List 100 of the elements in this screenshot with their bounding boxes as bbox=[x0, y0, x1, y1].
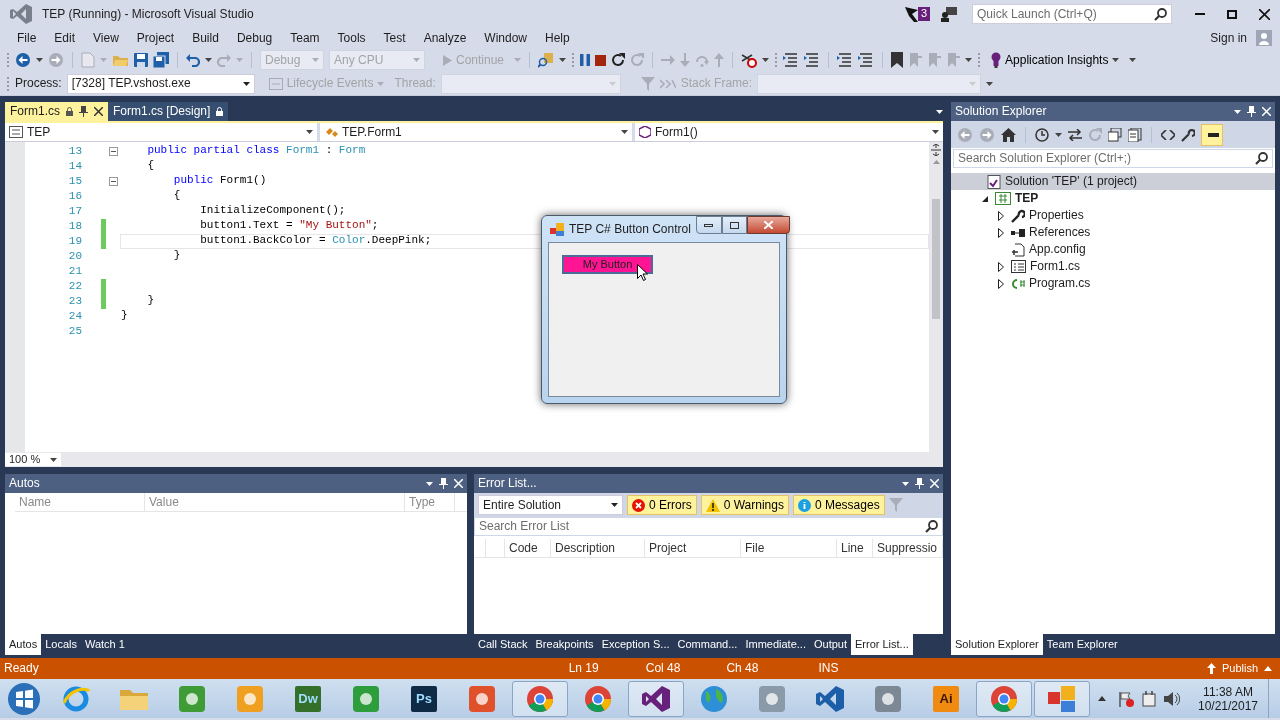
menu-item[interactable]: Tools bbox=[328, 28, 375, 48]
show-hidden-icons-icon[interactable] bbox=[1098, 696, 1106, 701]
dropdown-icon[interactable] bbox=[426, 481, 433, 486]
column-header[interactable]: Code bbox=[505, 539, 551, 557]
tree-item[interactable]: Solution 'TEP' (1 project) bbox=[951, 173, 1275, 190]
column-header[interactable]: Name bbox=[15, 493, 145, 511]
panel-tab[interactable]: Immediate... bbox=[741, 634, 810, 655]
feedback-icon[interactable] bbox=[940, 6, 958, 22]
menu-item[interactable]: Window bbox=[475, 28, 536, 48]
search-icon[interactable] bbox=[1255, 152, 1268, 165]
dropdown-icon[interactable] bbox=[1234, 109, 1241, 114]
tree-item[interactable]: Properties bbox=[951, 207, 1275, 224]
menu-item[interactable]: Help bbox=[536, 28, 579, 48]
menu-item[interactable]: Project bbox=[127, 28, 184, 48]
column-header[interactable]: Suppressio bbox=[873, 539, 943, 557]
menu-item[interactable]: Debug bbox=[227, 28, 282, 48]
scroll-thumb[interactable] bbox=[932, 199, 940, 319]
close-icon[interactable] bbox=[94, 107, 103, 116]
indent-icon[interactable] bbox=[837, 53, 854, 67]
menu-item[interactable]: Test bbox=[374, 28, 415, 48]
pending-changes-icon[interactable] bbox=[1035, 127, 1049, 142]
power-icon[interactable] bbox=[1142, 690, 1156, 707]
action-center-icon[interactable] bbox=[1118, 690, 1134, 707]
column-header[interactable]: Type bbox=[405, 493, 455, 511]
pause-icon[interactable] bbox=[580, 54, 591, 66]
search-field[interactable]: Search Error List bbox=[474, 517, 943, 536]
panel-tab[interactable]: Output bbox=[809, 634, 851, 655]
maximize-button[interactable] bbox=[721, 216, 747, 234]
column-header[interactable]: Project bbox=[645, 539, 741, 557]
save-icon[interactable] bbox=[134, 53, 148, 67]
caret-icon[interactable] bbox=[36, 58, 43, 62]
menu-item[interactable]: Team bbox=[281, 28, 329, 48]
code-icon[interactable] bbox=[1161, 129, 1175, 140]
pin-icon[interactable] bbox=[79, 106, 88, 117]
caret-icon[interactable] bbox=[611, 503, 618, 507]
lightbulb-icon[interactable] bbox=[991, 52, 1002, 68]
notification-flag-icon[interactable] bbox=[904, 6, 918, 22]
tree-item[interactable]: Program.cs bbox=[951, 275, 1275, 292]
info-filter-button[interactable]: 0 Messages bbox=[792, 495, 885, 515]
menu-item[interactable]: View bbox=[84, 28, 128, 48]
sign-in-link[interactable]: Sign in bbox=[1201, 28, 1256, 48]
notification-count[interactable]: 3 bbox=[917, 7, 930, 21]
publish-button[interactable]: Publish bbox=[1202, 658, 1276, 679]
tree-item[interactable]: TEP bbox=[951, 190, 1275, 207]
tree-item[interactable]: References bbox=[951, 224, 1275, 241]
expand-arrow-icon[interactable] bbox=[998, 278, 1004, 289]
vertical-scrollbar[interactable] bbox=[929, 142, 943, 452]
taskbar-app[interactable]: Ai bbox=[918, 680, 974, 717]
volume-icon[interactable] bbox=[1164, 691, 1180, 706]
pin-icon[interactable] bbox=[915, 478, 924, 489]
zoom-dropdown[interactable]: 100 % bbox=[5, 453, 62, 466]
quick-launch-field[interactable]: Quick Launch (Ctrl+Q) bbox=[972, 4, 1172, 24]
back-icon[interactable] bbox=[15, 52, 31, 68]
comment-icon[interactable] bbox=[783, 53, 800, 67]
expand-arrow-icon[interactable] bbox=[998, 210, 1004, 221]
lock-icon[interactable] bbox=[216, 107, 224, 116]
panel-tab[interactable]: Command... bbox=[673, 634, 742, 655]
save-all-icon[interactable] bbox=[153, 52, 169, 68]
panel-tab[interactable]: Locals bbox=[41, 634, 81, 655]
expand-arrow-icon[interactable] bbox=[998, 261, 1004, 272]
home-icon[interactable] bbox=[1001, 127, 1016, 142]
warning-filter-button[interactable]: 0 Warnings bbox=[700, 495, 789, 515]
panel-tab[interactable]: Solution Explorer bbox=[951, 634, 1043, 655]
clock[interactable]: 11:38 AM 10/21/2017 bbox=[1188, 684, 1268, 713]
bookmark-icon[interactable] bbox=[891, 52, 904, 68]
caret-icon[interactable] bbox=[1129, 58, 1137, 62]
caret-icon[interactable] bbox=[965, 58, 973, 62]
undo-icon[interactable] bbox=[186, 53, 200, 67]
stop-icon[interactable] bbox=[595, 54, 607, 66]
taskbar-app[interactable] bbox=[1034, 680, 1090, 717]
column-header[interactable]: Value bbox=[145, 493, 405, 511]
panel-tab[interactable]: Breakpoints bbox=[531, 634, 598, 655]
document-tab[interactable]: Form1.cs [Design] bbox=[108, 102, 229, 121]
minimize-button[interactable] bbox=[695, 216, 722, 234]
panel-tab[interactable]: Call Stack bbox=[474, 634, 532, 655]
menu-item[interactable]: Build bbox=[183, 28, 228, 48]
column-header[interactable]: Description bbox=[551, 539, 645, 557]
find-icon[interactable] bbox=[538, 52, 555, 68]
caret-icon[interactable] bbox=[762, 58, 770, 62]
search-field[interactable]: Search Solution Explorer (Ctrl+;) bbox=[953, 149, 1273, 168]
taskbar-app[interactable]: Dw bbox=[280, 680, 336, 717]
tree-item[interactable]: App.config bbox=[951, 241, 1275, 258]
uncomment-icon[interactable] bbox=[804, 53, 821, 67]
properties-icon[interactable] bbox=[1181, 127, 1195, 142]
breakpoints-icon[interactable] bbox=[741, 52, 758, 68]
outdent-icon[interactable] bbox=[858, 53, 875, 67]
caret-icon[interactable] bbox=[205, 58, 212, 62]
sync-icon[interactable] bbox=[1068, 128, 1082, 141]
pin-icon[interactable] bbox=[439, 478, 448, 489]
panel-tab[interactable]: Exception S... bbox=[597, 634, 674, 655]
collapse-all-icon[interactable] bbox=[1108, 127, 1122, 142]
application-insights-button[interactable]: Application Insights bbox=[986, 50, 1125, 70]
taskbar-app[interactable] bbox=[512, 680, 568, 717]
dropdown-icon[interactable] bbox=[902, 481, 909, 486]
expand-arrow-icon[interactable] bbox=[998, 227, 1004, 238]
column-header[interactable]: File bbox=[741, 539, 837, 557]
search-icon[interactable] bbox=[925, 520, 938, 533]
collapse-icon[interactable] bbox=[108, 177, 118, 186]
taskbar-app[interactable] bbox=[628, 680, 684, 717]
taskbar-app[interactable]: Ps bbox=[396, 680, 452, 717]
